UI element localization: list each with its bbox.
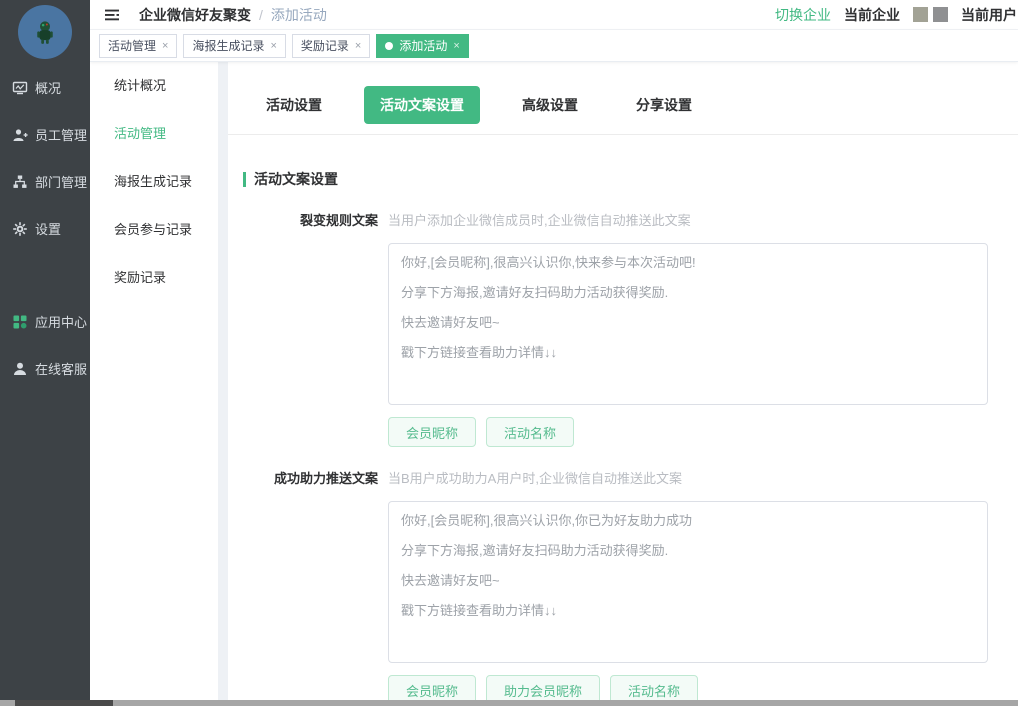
insert-token-buttons: 会员昵称 活动名称 — [388, 417, 988, 447]
company-logo-block-2 — [933, 7, 948, 22]
app-logo — [0, 0, 90, 64]
sidebar-item-online-support[interactable]: 在线客服 — [0, 345, 90, 392]
breadcrumb-current: 添加活动 — [271, 5, 327, 25]
switch-company-link[interactable]: 切换企业 — [775, 5, 831, 25]
sidebar-item-label: 应用中心 — [35, 312, 87, 331]
support-agent-icon — [12, 361, 28, 377]
submenu-item-statistics[interactable]: 统计概况 — [90, 62, 218, 110]
sidebar-item-label: 员工管理 — [35, 125, 87, 144]
horizontal-scrollbar[interactable] — [0, 700, 1018, 706]
sidebar-item-departments[interactable]: 部门管理 — [0, 158, 90, 205]
sidebar-item-app-center[interactable]: 应用中心 — [0, 298, 90, 345]
tag-label: 活动管理 — [108, 37, 156, 54]
field-label: 成功助力推送文案 — [228, 469, 378, 705]
logo-circle — [18, 5, 72, 59]
sidebar-item-label: 在线客服 — [35, 359, 87, 378]
form-row-assist-copy: 成功助力推送文案 当B用户成功助力A用户时,企业微信自动推送此文案 你好,[会员… — [228, 469, 1018, 705]
field-hint: 当用户添加企业微信成员时,企业微信自动推送此文案 — [388, 211, 988, 231]
app-window: 概况 员工管理 部门管理 — [0, 0, 1018, 706]
department-icon — [12, 174, 28, 190]
insert-member-nickname-button[interactable]: 会员昵称 — [388, 417, 476, 447]
tag-activity-management[interactable]: 活动管理 × — [99, 34, 177, 58]
top-header: 企业微信好友聚变 / 添加活动 切换企业 当前企业 当前用户 — [90, 0, 1018, 30]
sidebar-item-label: 概况 — [35, 78, 61, 97]
submenu-item-activity-management[interactable]: 活动管理 — [90, 110, 218, 158]
assist-copy-textarea[interactable]: 你好,[会员昵称],很高兴认识你,你已为好友助力成功 分享下方海报,邀请好友扫码… — [388, 501, 988, 663]
collapse-sidebar-icon[interactable] — [104, 7, 121, 23]
header-right: 切换企业 当前企业 当前用户 — [775, 5, 1018, 25]
section-header: 活动文案设置 — [243, 169, 1018, 189]
tags-view-bar: 活动管理 × 海报生成记录 × 奖励记录 × 添加活动 × — [90, 30, 1018, 62]
field-label: 裂变规则文案 — [228, 211, 378, 447]
tag-poster-records[interactable]: 海报生成记录 × — [183, 34, 285, 58]
settings-tabs: 活动设置 活动文案设置 高级设置 分享设置 — [228, 62, 1018, 135]
section-accent-bar — [243, 172, 246, 187]
submenu-item-member-participation[interactable]: 会员参与记录 — [90, 206, 218, 254]
dashboard-icon — [12, 80, 28, 96]
tag-close-icon[interactable]: × — [355, 40, 361, 52]
field-body: 当用户添加企业微信成员时,企业微信自动推送此文案 你好,[会员昵称],很高兴认识… — [388, 211, 988, 447]
submenu-item-reward-records[interactable]: 奖励记录 — [90, 254, 218, 302]
field-body: 当B用户成功助力A用户时,企业微信自动推送此文案 你好,[会员昵称],很高兴认识… — [388, 469, 988, 705]
secondary-menu: 统计概况 活动管理 海报生成记录 会员参与记录 奖励记录 — [90, 62, 218, 706]
field-hint: 当B用户成功助力A用户时,企业微信自动推送此文案 — [388, 469, 988, 489]
sidebar-item-label: 设置 — [35, 219, 61, 238]
tab-copy-settings[interactable]: 活动文案设置 — [364, 86, 480, 124]
tab-advanced-settings[interactable]: 高级设置 — [506, 86, 594, 124]
tag-label: 添加活动 — [399, 37, 447, 54]
insert-activity-name-button[interactable]: 活动名称 — [486, 417, 574, 447]
tab-activity-settings[interactable]: 活动设置 — [250, 86, 338, 124]
sidebar-item-overview[interactable]: 概况 — [0, 64, 90, 111]
logo-mascot-icon — [30, 17, 60, 47]
tag-add-activity[interactable]: 添加活动 × — [376, 34, 468, 58]
fission-copy-textarea[interactable]: 你好,[会员昵称],很高兴认识你,快来参与本次活动吧! 分享下方海报,邀请好友扫… — [388, 243, 988, 405]
company-logo — [913, 7, 948, 22]
main-content: 活动设置 活动文案设置 高级设置 分享设置 活动文案设置 裂变规则文案 当用户添… — [228, 62, 1018, 706]
horizontal-scrollbar-thumb[interactable] — [15, 700, 113, 706]
tag-close-icon[interactable]: × — [453, 40, 459, 52]
tab-share-settings[interactable]: 分享设置 — [620, 86, 708, 124]
current-user-label[interactable]: 当前用户 — [961, 5, 1017, 25]
panel-gutter — [218, 62, 228, 706]
tag-close-icon[interactable]: × — [162, 40, 168, 52]
submenu-item-poster-records[interactable]: 海报生成记录 — [90, 158, 218, 206]
tag-label: 海报生成记录 — [192, 37, 264, 54]
current-company-label: 当前企业 — [844, 5, 900, 25]
sidebar-item-label: 部门管理 — [35, 172, 87, 191]
sidebar-item-employees[interactable]: 员工管理 — [0, 111, 90, 158]
section-title: 活动文案设置 — [254, 169, 338, 189]
sidebar-spacer — [0, 252, 90, 298]
tag-label: 奖励记录 — [301, 37, 349, 54]
employee-icon — [12, 127, 28, 143]
main-sidebar: 概况 员工管理 部门管理 — [0, 0, 90, 706]
breadcrumb-separator: / — [259, 7, 263, 23]
tag-reward-records[interactable]: 奖励记录 × — [292, 34, 370, 58]
apps-grid-icon — [12, 314, 28, 330]
form-row-fission-copy: 裂变规则文案 当用户添加企业微信成员时,企业微信自动推送此文案 你好,[会员昵称… — [228, 211, 1018, 447]
active-tag-dot — [385, 42, 393, 50]
company-logo-block-1 — [913, 7, 928, 22]
breadcrumb-root[interactable]: 企业微信好友聚变 — [139, 5, 251, 25]
breadcrumb: 企业微信好友聚变 / 添加活动 — [139, 5, 327, 25]
tag-close-icon[interactable]: × — [270, 40, 276, 52]
sidebar-item-settings[interactable]: 设置 — [0, 205, 90, 252]
gear-icon — [12, 221, 28, 237]
